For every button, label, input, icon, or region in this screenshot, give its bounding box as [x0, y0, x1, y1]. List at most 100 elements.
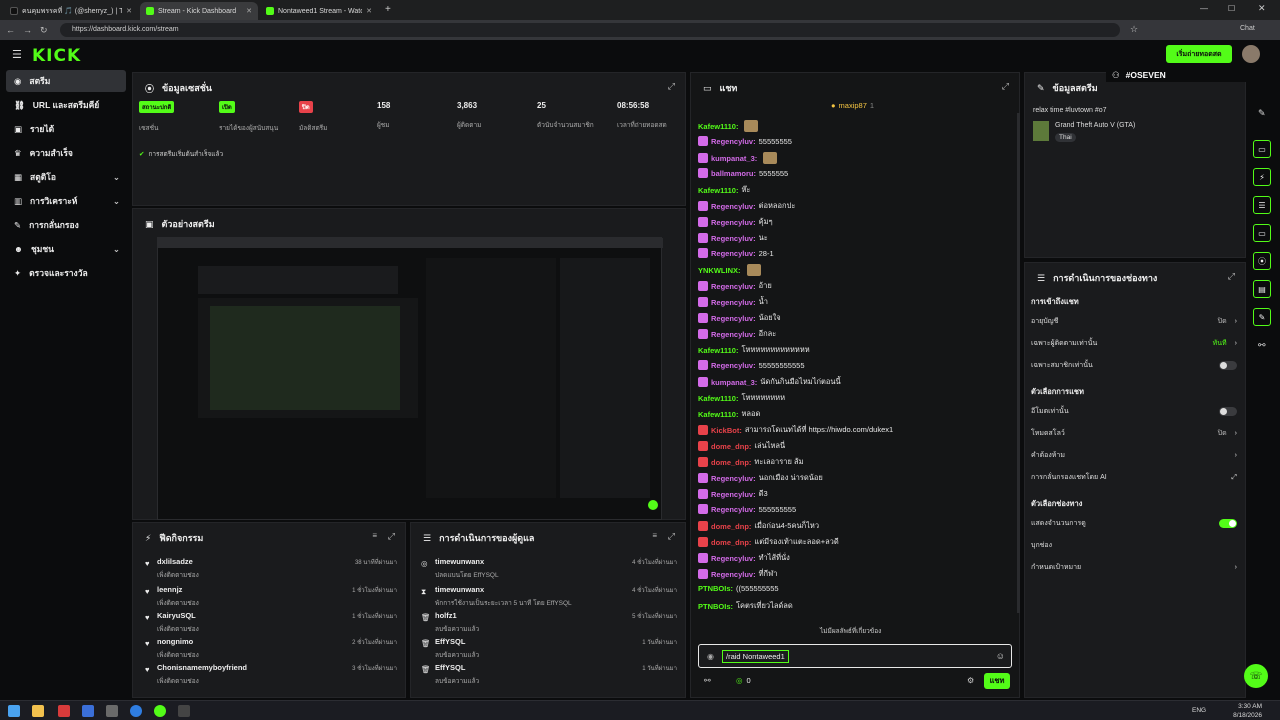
chat-username[interactable]: Regencyluv: [711, 234, 756, 243]
expand-icon[interactable]: ⤢ [388, 531, 395, 542]
tab-kick-dashboard[interactable]: Stream - Kick Dashboard ✕ [140, 2, 258, 20]
banned-words-setting[interactable]: คำต้องห้าม › [1031, 450, 1237, 461]
chat-username[interactable]: Regencyluv: [711, 298, 756, 307]
chat-username[interactable]: KickBot: [711, 426, 742, 435]
tab-nontaweed[interactable]: Nontaweed1 Stream - Watch Live ✕ [260, 2, 378, 20]
sidebar-item-rewards[interactable]: ✦ ตรวจและรางวัล [6, 262, 126, 284]
chat-username[interactable]: Kafew1110: [698, 346, 738, 355]
chat-username[interactable]: kumpanat_3: [711, 378, 757, 387]
host-setting[interactable]: บุกช่อง [1031, 540, 1237, 551]
expand-icon[interactable]: ⤢ [1228, 271, 1235, 282]
chat-username[interactable]: ballmamoru: [711, 169, 756, 178]
share-icon[interactable]: ⚯ [1258, 340, 1266, 351]
filter-icon[interactable]: ≡ [652, 531, 657, 540]
forward-icon[interactable]: → [23, 25, 32, 35]
show-subs-toggle[interactable] [1219, 519, 1237, 528]
chat-username[interactable]: Regencyluv: [711, 282, 756, 291]
emoji-icon[interactable]: ☺ [996, 651, 1005, 661]
mod-user[interactable]: EffYSQL [435, 663, 677, 672]
close-icon[interactable]: ✕ [126, 7, 132, 15]
chat-username[interactable]: Regencyluv: [711, 137, 756, 146]
rail-list-icon[interactable]: ☰ [1253, 196, 1271, 214]
chat-label[interactable]: Chat [1240, 25, 1255, 32]
sidebar-item-studio[interactable]: ▦ สตูดิโอ ⌄ [6, 166, 126, 188]
chat-scrollbar[interactable] [1017, 113, 1020, 613]
windows-start-icon[interactable] [8, 705, 20, 717]
expand-icon[interactable]: ⤢ [1002, 81, 1009, 92]
chat-username[interactable]: Regencyluv: [711, 249, 756, 258]
emote-menu-icon[interactable]: ◉ [707, 652, 714, 661]
chat-username[interactable]: Kafew1110: [698, 410, 738, 419]
sidebar-item-analytics[interactable]: ▥ การวิเคราะห์ ⌄ [6, 190, 126, 212]
preview-video[interactable] [157, 237, 663, 520]
sidebar-item-achievements[interactable]: ♛ ความสำเร็จ [6, 142, 126, 164]
reload-icon[interactable]: ↻ [40, 25, 48, 36]
chat-input[interactable]: /raid Nontaweed1 [721, 649, 789, 663]
subs-only-toggle[interactable] [1219, 361, 1237, 370]
account-age-setting[interactable]: อายุบัญชี ปิด › [1031, 316, 1237, 327]
followers-only-setting[interactable]: เฉพาะผู้ติดตามเท่านั้น ทันที › [1031, 338, 1237, 349]
avatar[interactable] [1242, 45, 1260, 63]
chat-username[interactable]: Regencyluv: [711, 314, 756, 323]
language-indicator[interactable]: ENG [1192, 707, 1206, 714]
mod-user[interactable]: EffYSQL [435, 637, 677, 646]
chat-username[interactable]: Regencyluv: [711, 361, 756, 370]
kick-app-icon[interactable] [154, 705, 166, 717]
sidebar-item-community[interactable]: ☻ ชุมชน ⌄ [6, 238, 126, 260]
slow-mode-setting[interactable]: โหมดสโลว์ ปิด › [1031, 428, 1237, 439]
pencil-icon[interactable]: ✎ [1258, 108, 1266, 119]
chat-username[interactable]: PTNBOIs: [698, 584, 733, 593]
chat-username[interactable]: Regencyluv: [711, 330, 756, 339]
rail-chat-icon[interactable]: ▭ [1253, 224, 1271, 242]
rail-broadcast-icon[interactable]: ⦿ [1253, 252, 1271, 270]
ai-moderation-setting[interactable]: การกลั่นกรองแชทโดย AI ⤢ [1031, 472, 1237, 483]
new-tab-icon[interactable]: + [385, 4, 391, 15]
emote-only-toggle[interactable] [1219, 407, 1237, 416]
rail-doc-icon[interactable]: ▤ [1253, 280, 1271, 298]
chat-username[interactable]: Regencyluv: [711, 474, 756, 483]
sidebar-item-revenue[interactable]: ▣ รายได้ [6, 118, 126, 140]
chat-username[interactable]: Regencyluv: [711, 218, 756, 227]
chat-username[interactable]: dome_dnp: [711, 458, 751, 467]
chat-input-box[interactable]: ◉ /raid Nontaweed1 ☺ [698, 644, 1012, 668]
file-explorer-icon[interactable] [32, 705, 44, 717]
chat-username[interactable]: kumpanat_3: [711, 154, 757, 163]
clock-date[interactable]: 8/18/2026 [1222, 712, 1262, 719]
url-field[interactable]: https://dashboard.kick.com/stream [60, 23, 1120, 37]
chat-username[interactable]: Regencyluv: [711, 505, 756, 514]
help-chat-icon[interactable]: ☏ [1244, 664, 1268, 688]
category-name[interactable]: Grand Theft Auto V (GTA) [1055, 122, 1135, 129]
filter-icon[interactable]: ≡ [372, 531, 377, 540]
chat-username[interactable]: Kafew1110: [698, 186, 738, 195]
chat-username[interactable]: Kafew1110: [698, 394, 738, 403]
back-icon[interactable]: ← [6, 25, 15, 35]
chat-username[interactable]: Regencyluv: [711, 490, 756, 499]
chat-username[interactable]: Regencyluv: [711, 554, 756, 563]
chat-username[interactable]: dome_dnp: [711, 442, 751, 451]
clock-time[interactable]: 3:30 AM [1222, 703, 1262, 710]
close-icon[interactable]: ✕ [366, 7, 372, 15]
app-icon[interactable] [58, 705, 70, 717]
sidebar-item-stream[interactable]: ◉ สตรีม [6, 70, 126, 92]
settings-link-icon[interactable]: ⚯ [704, 676, 711, 685]
chat-username[interactable]: Kafew1110: [698, 122, 738, 131]
chat-username[interactable]: Regencyluv: [711, 570, 756, 579]
expand-icon[interactable]: ⤢ [668, 81, 675, 92]
sidebar-item-url-key[interactable]: ⛓ URL และสตรีมคีย์ [6, 94, 126, 116]
target-setting[interactable]: กำหนดเป้าหมาย › [1031, 562, 1237, 573]
chat-username[interactable]: dome_dnp: [711, 522, 751, 531]
rail-wrench-icon[interactable]: ✎ [1253, 308, 1271, 326]
app-icon[interactable] [82, 705, 94, 717]
tab-tiktok[interactable]: คนคุมพรรคที่ 🎵 (@sherryz_) | TikTok ✕ [4, 2, 138, 20]
close-icon[interactable]: ✕ [246, 7, 252, 15]
chat-username[interactable]: Regencyluv: [711, 202, 756, 211]
kick-logo[interactable]: KICK [32, 46, 81, 66]
star-icon[interactable]: ☆ [1130, 24, 1138, 35]
chat-username[interactable]: dome_dnp: [711, 538, 751, 547]
menu-icon[interactable]: ☰ [12, 48, 22, 61]
maximize-icon[interactable]: ☐ [1228, 4, 1235, 13]
chat-username[interactable]: PTNBOIs: [698, 602, 733, 611]
sidebar-item-moderation[interactable]: ✎ การกลั่นกรอง [6, 214, 126, 236]
expand-icon[interactable]: ⤢ [668, 531, 675, 542]
send-chat-button[interactable]: แชท [984, 673, 1010, 689]
